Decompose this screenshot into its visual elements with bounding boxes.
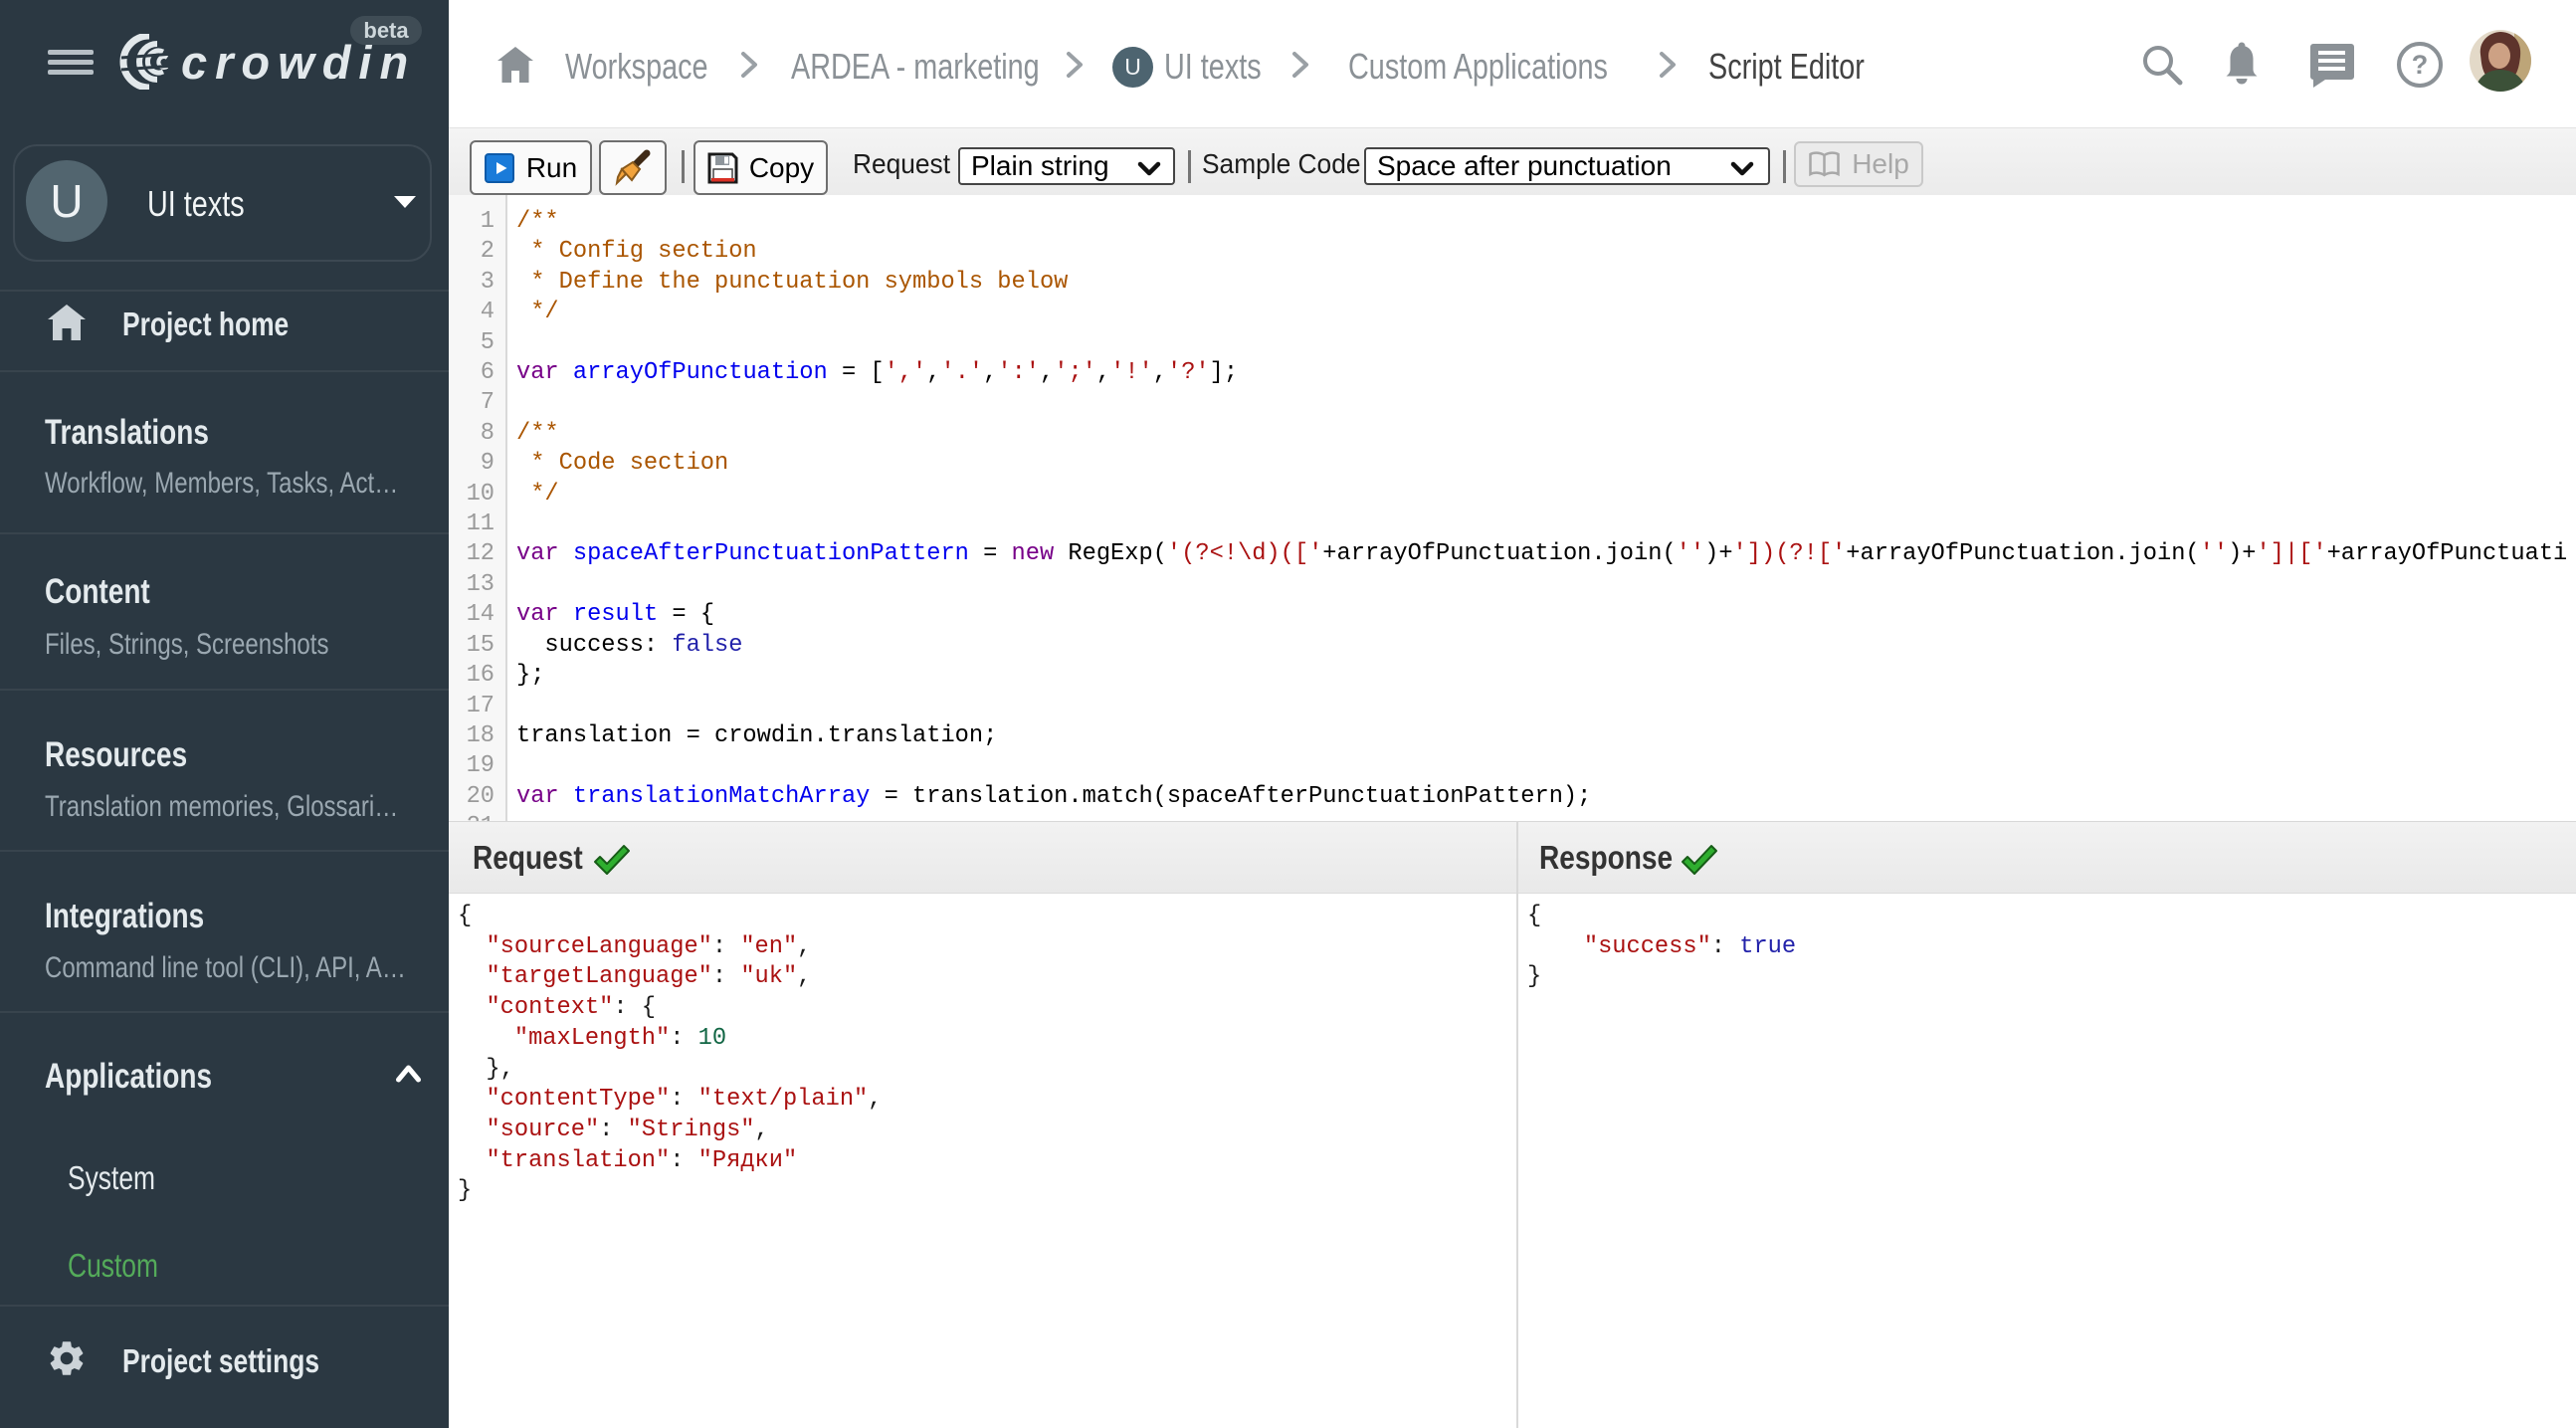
svg-text:?: ? (2412, 50, 2429, 80)
